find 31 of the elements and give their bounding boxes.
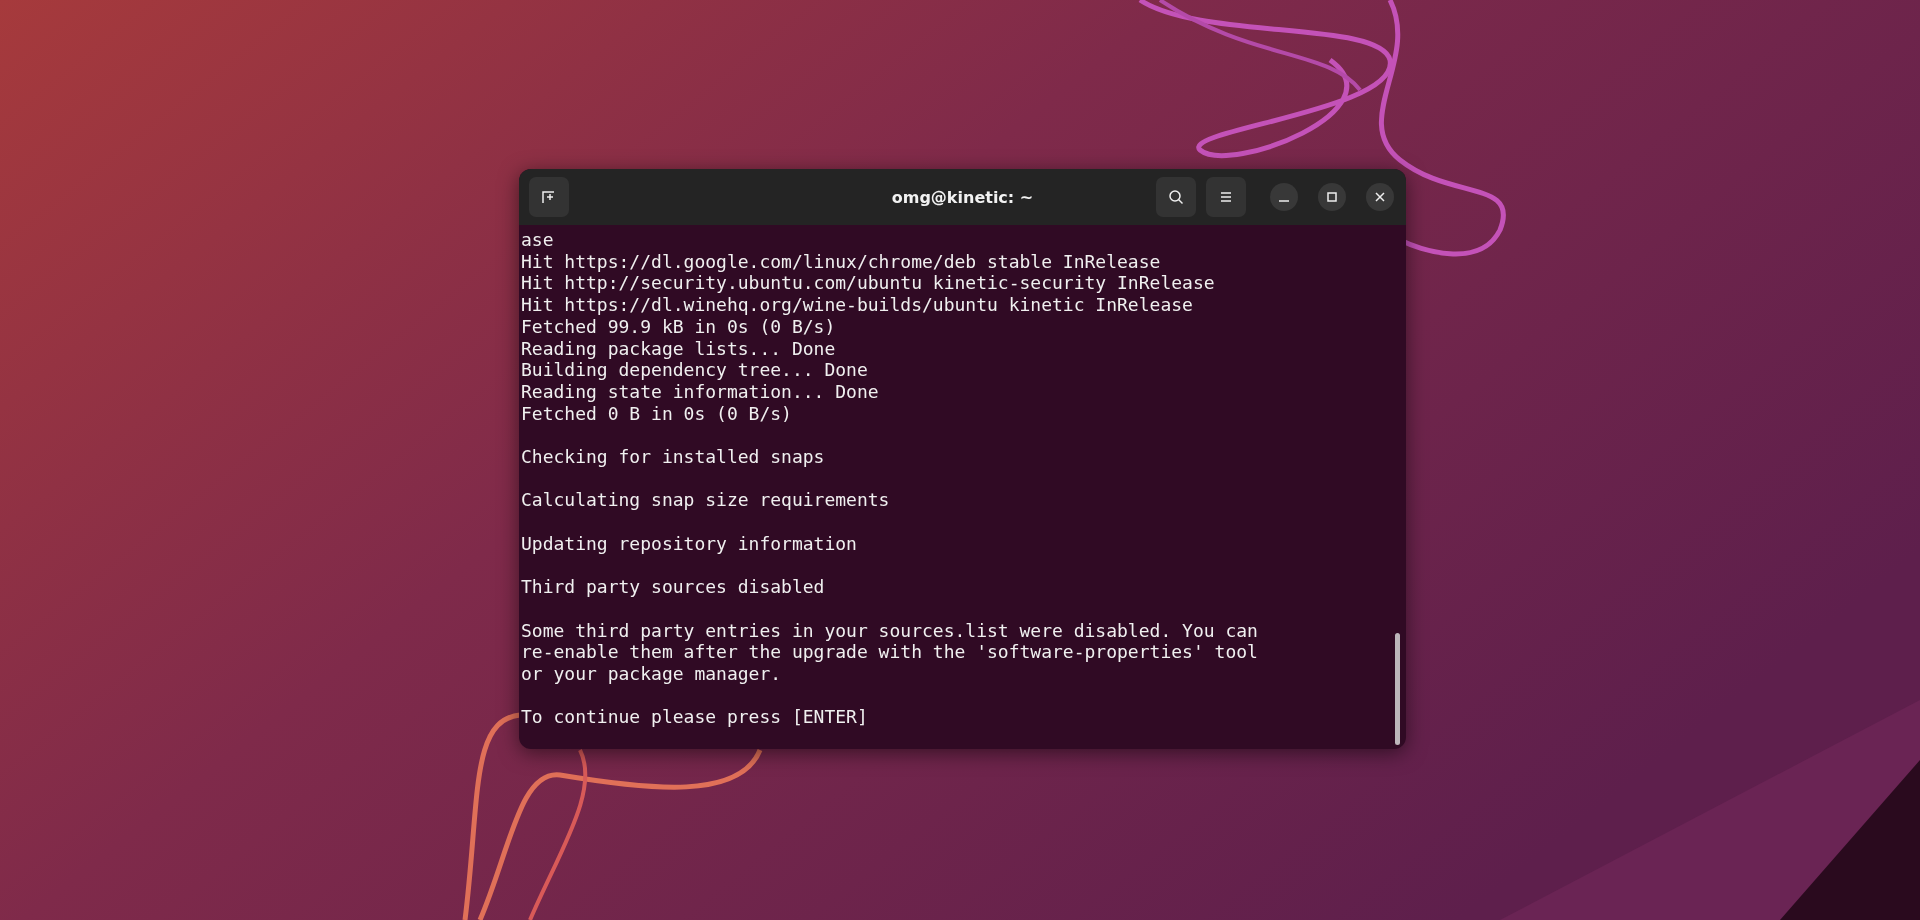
terminal-line: Reading state information... Done bbox=[521, 380, 879, 403]
menu-button[interactable] bbox=[1206, 177, 1246, 217]
terminal-line: Fetched 99.9 kB in 0s (0 B/s) bbox=[521, 315, 836, 338]
window-title: omg@kinetic: ~ bbox=[890, 187, 1035, 207]
minimize-button[interactable] bbox=[1270, 183, 1298, 211]
terminal-line: Calculating snap size requirements bbox=[521, 489, 890, 512]
new-tab-icon bbox=[541, 189, 557, 205]
terminal-line: Building dependency tree... Done bbox=[521, 359, 868, 381]
menu-icon bbox=[1218, 189, 1234, 205]
terminal-line: Updating repository information bbox=[521, 532, 857, 555]
terminal-line: Reading package lists... Done bbox=[521, 337, 836, 360]
search-button[interactable] bbox=[1156, 177, 1196, 217]
maximize-button[interactable] bbox=[1318, 183, 1346, 211]
terminal-line: or your package manager. bbox=[521, 663, 782, 685]
terminal-line: Hit https://dl.winehq.org/wine-builds/ubuntu kinetic InRelease bbox=[521, 294, 1193, 316]
terminal-line: re-enable them after the upgrade with the 'software-properties' tool bbox=[521, 641, 1258, 663]
scrollbar-thumb[interactable] bbox=[1395, 633, 1400, 745]
terminal-line: Third party sources disabled bbox=[521, 576, 825, 598]
close-button[interactable] bbox=[1366, 183, 1394, 211]
maximize-icon bbox=[1326, 191, 1338, 203]
new-tab-button[interactable] bbox=[529, 177, 569, 217]
terminal-line: Checking for installed snaps bbox=[521, 446, 825, 468]
terminal-line: To continue please press [ENTER] bbox=[521, 706, 868, 729]
terminal-line: ase bbox=[521, 229, 554, 251]
minimize-icon bbox=[1279, 200, 1289, 202]
close-icon bbox=[1374, 191, 1386, 203]
terminal-line: Fetched 0 B in 0s (0 B/s) bbox=[521, 402, 792, 425]
search-icon bbox=[1168, 189, 1184, 205]
terminal-line: Hit http://security.ubuntu.com/ubuntu kinetic-security InRelease bbox=[521, 272, 1215, 295]
terminal-line: Some third party entries in your sources.list were disabled. You can bbox=[521, 619, 1258, 642]
terminal-line: Hit https://dl.google.com/linux/chrome/deb stable InRelease bbox=[521, 250, 1161, 273]
